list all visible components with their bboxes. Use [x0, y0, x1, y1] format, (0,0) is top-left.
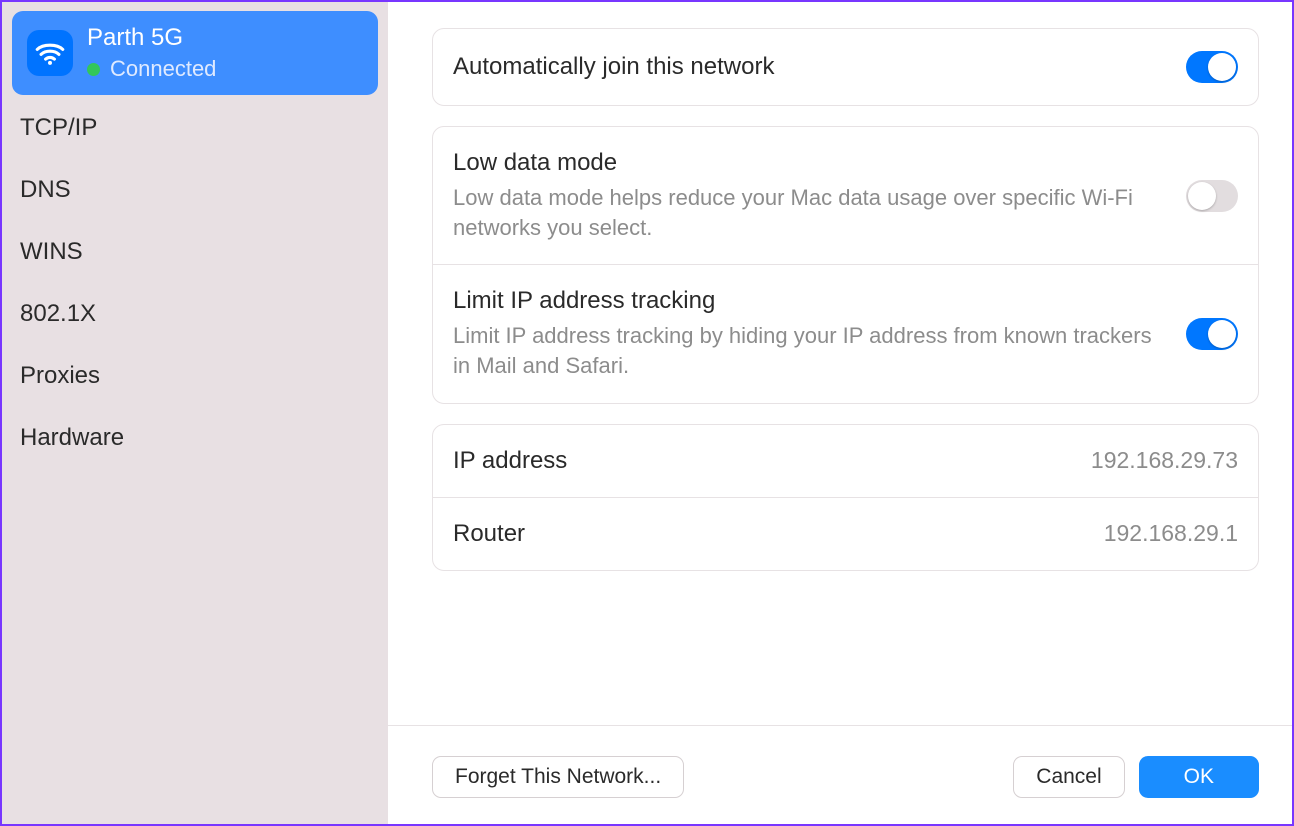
sidebar-item-hardware[interactable]: Hardware: [12, 409, 378, 467]
network-status: Connected: [87, 54, 216, 84]
router-value: 192.168.29.1: [1104, 520, 1238, 547]
network-status-label: Connected: [110, 54, 216, 84]
ok-button[interactable]: OK: [1139, 756, 1259, 798]
forget-network-button[interactable]: Forget This Network...: [432, 756, 684, 798]
main: Automatically join this network Low data…: [388, 2, 1292, 824]
auto-join-toggle[interactable]: [1186, 51, 1238, 83]
wifi-icon: [27, 30, 73, 76]
network-name: Parth 5G: [87, 22, 216, 54]
sidebar-item-dns[interactable]: DNS: [12, 161, 378, 219]
card-ip-info: IP address 192.168.29.73 Router 192.168.…: [432, 424, 1259, 571]
ip-address-value: 192.168.29.73: [1091, 447, 1238, 474]
sidebar-item-8021x[interactable]: 802.1X: [12, 285, 378, 343]
footer: Forget This Network... Cancel OK: [388, 725, 1292, 824]
auto-join-label: Automatically join this network: [453, 53, 1168, 81]
cancel-button[interactable]: Cancel: [1013, 756, 1124, 798]
router-label: Router: [453, 520, 525, 548]
low-data-label: Low data mode: [453, 149, 1168, 177]
sidebar: Parth 5G Connected TCP/IP DNS WINS 802.1…: [2, 2, 388, 824]
status-dot-icon: [87, 63, 100, 76]
sidebar-item-network[interactable]: Parth 5G Connected: [12, 11, 378, 95]
limit-tracking-toggle[interactable]: [1186, 318, 1238, 350]
sidebar-item-wins[interactable]: WINS: [12, 223, 378, 281]
sidebar-item-tcpip[interactable]: TCP/IP: [12, 99, 378, 157]
sidebar-item-proxies[interactable]: Proxies: [12, 347, 378, 405]
card-tracking: Low data mode Low data mode helps reduce…: [432, 126, 1259, 404]
low-data-desc: Low data mode helps reduce your Mac data…: [453, 183, 1168, 242]
limit-tracking-desc: Limit IP address tracking by hiding your…: [453, 321, 1168, 380]
low-data-toggle[interactable]: [1186, 180, 1238, 212]
card-auto-join: Automatically join this network: [432, 28, 1259, 106]
limit-tracking-label: Limit IP address tracking: [453, 287, 1168, 315]
ip-address-label: IP address: [453, 447, 567, 475]
